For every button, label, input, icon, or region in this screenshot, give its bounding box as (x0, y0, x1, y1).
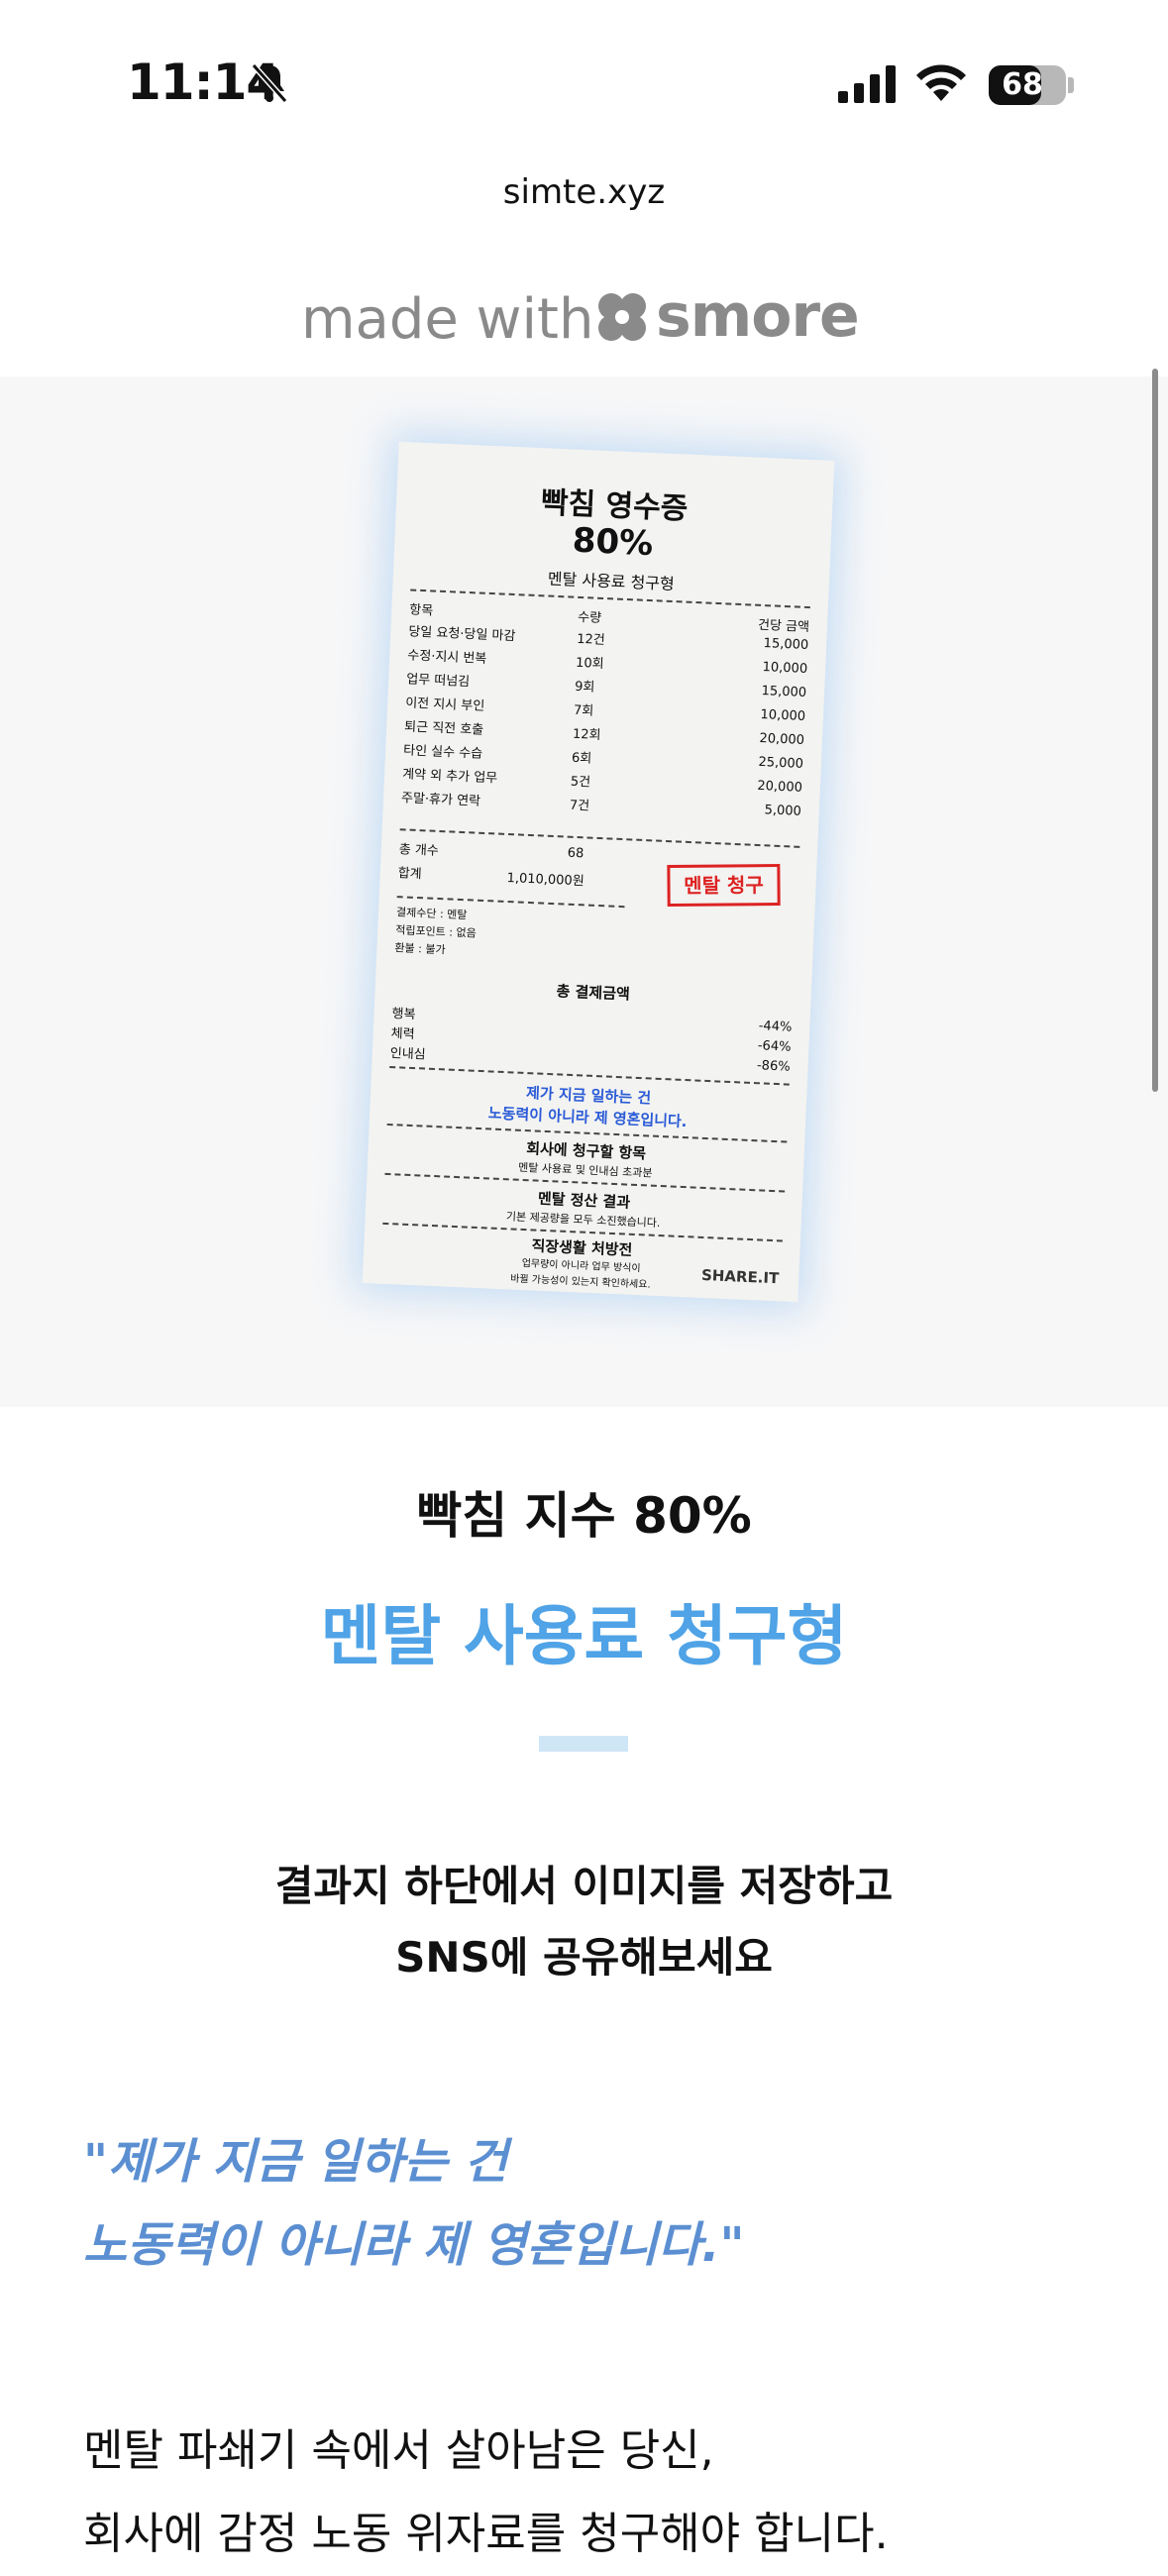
receipt-row-amount: 15,000 (763, 636, 809, 654)
receipt-row-qty: 12회 (572, 726, 601, 743)
receipt-stat-label: 인내심 (389, 1046, 426, 1063)
receipt-row-qty: 6회 (571, 750, 592, 767)
result-index: 빡침 지수 80% (416, 1487, 752, 1545)
guide-line-1: 결과지 하단에서 이미지를 저장하고 (274, 1862, 894, 1910)
receipt-stat-value: -64% (757, 1038, 792, 1055)
section-divider (539, 1736, 628, 1752)
sum-label: 합계 (397, 866, 422, 883)
receipt-row-item: 주말·휴가 연락 (400, 791, 481, 809)
quote-line-1: "제가 지금 일하는 건 (83, 2134, 508, 2190)
receipt-row-qty: 9회 (574, 679, 595, 696)
description-line-1: 멘탈 파쇄기 속에서 살아남은 당신, (83, 2425, 714, 2476)
receipt-stat-label: 행복 (391, 1007, 416, 1023)
receipt-stat-value: -44% (758, 1019, 793, 1035)
receipt-row-item: 수정·지시 번복 (407, 648, 487, 667)
total-count-label: 총 개수 (398, 842, 440, 859)
receipt-col-item: 항목 (409, 602, 434, 619)
quote-line-2: 노동력이 아니라 제 영혼입니다." (83, 2217, 745, 2273)
battery-percent: 68 (1002, 67, 1043, 102)
payment-method: 결제수단 : 멘탈 (395, 906, 468, 922)
silent-bell-icon (251, 63, 288, 103)
guide-line-2: SNS에 공유해보세요 (395, 1933, 773, 1982)
receipt-row-item: 업무 떠넘김 (405, 672, 471, 691)
description-line-2: 회사에 감정 노동 위자료를 청구해야 합니다. (83, 2509, 889, 2559)
receipt-row-amount: 25,000 (758, 754, 804, 772)
receipt-row-amount: 10,000 (760, 706, 806, 724)
receipt-row-item: 계약 외 추가 업무 (401, 767, 498, 787)
result-quote: "제가 지금 일하는 건 노동력이 아니라 제 영혼입니다." (83, 2120, 744, 2287)
receipt-row-qty: 10회 (575, 655, 604, 673)
receipt-row-item: 퇴근 직전 호출 (403, 719, 484, 738)
status-bar: 11:14 68 (0, 0, 1168, 168)
battery-indicator: 68 (989, 65, 1066, 105)
wifi-icon (916, 64, 966, 101)
receipt-row-amount: 20,000 (757, 778, 803, 796)
total-count-value: 68 (567, 845, 584, 862)
receipt-row-qty: 7회 (573, 702, 594, 719)
address-bar-url[interactable]: simte.xyz (0, 172, 1168, 212)
receipt-row-item: 당일 요청·당일 마감 (408, 624, 516, 645)
receipt-col-amount: 건당 금액 (757, 617, 810, 636)
smore-brand: smore (656, 281, 860, 351)
made-with-row: made with (0, 281, 1168, 352)
receipt-row-amount: 20,000 (759, 730, 805, 748)
receipt-stat-value: -86% (756, 1058, 791, 1075)
receipt-row-qty: 7건 (569, 798, 590, 814)
receipt-col-qty: 수량 (577, 609, 602, 626)
reward-points: 적립포인트 : 없음 (394, 923, 478, 940)
receipt-image: 빡침 영수증 80% 멘탈 사용료 청구형 항목 수량 건당 금액 당일 요청·… (362, 441, 835, 1303)
sum-value: 1,010,000원 (506, 870, 585, 890)
receipt-row-amount: 10,000 (762, 660, 808, 678)
receipt-paper: 빡침 영수증 80% 멘탈 사용료 청구형 항목 수량 건당 금액 당일 요청·… (362, 441, 835, 1303)
receipt-row-item: 타인 실수 수습 (402, 743, 483, 762)
made-with-label: made with (301, 287, 594, 352)
scrollbar[interactable] (1152, 369, 1158, 1092)
receipt-row-amount: 5,000 (764, 803, 802, 819)
receipt-row-item: 이전 지시 부인 (404, 696, 485, 714)
cellular-signal-icon (838, 65, 896, 103)
smore-logo-icon (598, 293, 646, 341)
receipt-stamp: 멘탈 청구 (667, 864, 781, 908)
save-share-guide: 결과지 하단에서 이미지를 저장하고 SNS에 공유해보세요 (0, 1851, 1168, 1993)
result-description: 멘탈 파쇄기 속에서 살아남은 당신, 회사에 감정 노동 위자료를 청구해야 … (83, 2410, 889, 2576)
receipt-row-qty: 5건 (570, 774, 591, 791)
receipt-row-amount: 15,000 (761, 684, 807, 700)
result-type: 멘탈 사용료 청구형 (320, 1598, 848, 1674)
receipt-row-qty: 12건 (576, 631, 606, 649)
share-it-logo: SHARE.IT (700, 1265, 780, 1288)
receipt-stat-label: 체력 (390, 1026, 415, 1043)
battery-nub (1068, 77, 1074, 93)
refund-policy: 환불 : 불가 (394, 941, 446, 957)
